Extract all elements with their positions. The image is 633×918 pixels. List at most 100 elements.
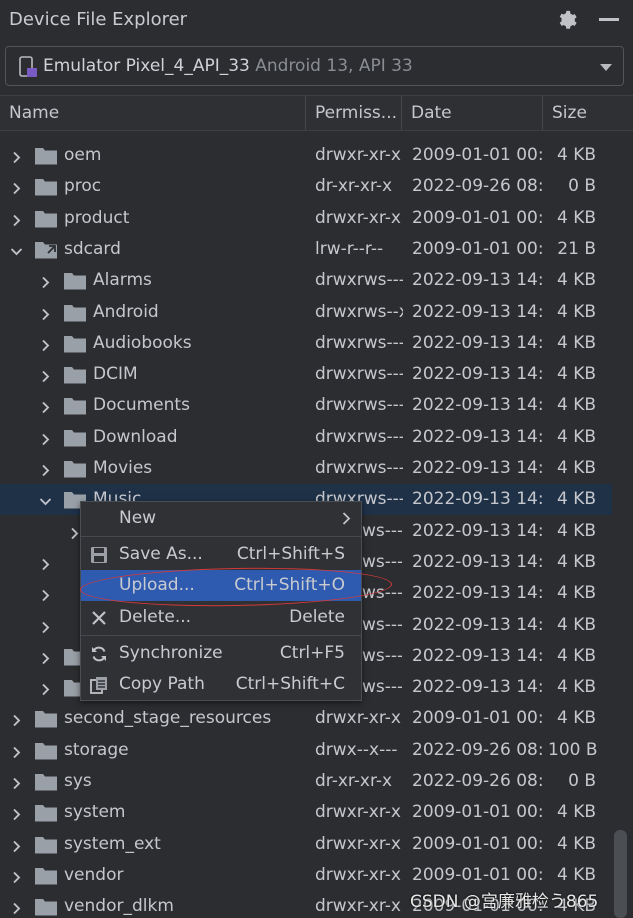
- file-date: 2009-01-01 00:0: [412, 238, 543, 259]
- file-size: 4 KB: [556, 864, 596, 885]
- table-row[interactable]: Download drwxrws--- 2022-09-13 14:0 4 KB: [0, 422, 612, 453]
- chevron-right-icon[interactable]: [39, 556, 52, 571]
- table-row[interactable]: proc dr-xr-xr-x 2022-09-26 08:1 0 B: [0, 171, 612, 202]
- file-size: 4 KB: [556, 332, 596, 353]
- chevron-right-icon[interactable]: [10, 869, 23, 884]
- file-permissions: drwxrws---: [315, 270, 403, 291]
- chevron-right-icon[interactable]: [10, 744, 23, 758]
- folder-icon: [34, 803, 58, 822]
- chevron-right-icon[interactable]: [39, 462, 52, 477]
- menu-label: Upload...: [119, 575, 195, 595]
- chevron-right-icon[interactable]: [39, 337, 52, 351]
- table-row[interactable]: second_stage_resources drwxr-xr-x 2009-01-…: [0, 703, 612, 734]
- file-date: 2022-09-13 14:0: [412, 270, 543, 291]
- file-permissions: drwxr-xr-x: [315, 708, 401, 729]
- table-row[interactable]: storage drwx--x--- 2022-09-26 08:1 100 B: [0, 735, 612, 766]
- chevron-right-icon[interactable]: [39, 274, 52, 289]
- device-detail: Android 13, API 33: [255, 56, 413, 76]
- chevron-right-icon[interactable]: [10, 180, 23, 195]
- folder-icon: [34, 709, 58, 728]
- file-permissions: ws---: [362, 614, 402, 635]
- file-permissions: drwxrws--x: [315, 301, 403, 322]
- file-date: 2022-09-13 14:0: [412, 301, 543, 322]
- table-header: Name Permiss... Date Size: [0, 95, 633, 131]
- file-date: 2009-01-01 00:0: [412, 708, 543, 729]
- file-date: 2022-09-13 14:0: [412, 614, 543, 635]
- chevron-right-icon[interactable]: [39, 306, 52, 320]
- file-permissions: ws---: [362, 551, 402, 572]
- file-size: 4 KB: [556, 145, 596, 165]
- chevron-right-icon[interactable]: [39, 619, 52, 633]
- menu-shortcut: Ctrl+Shift+O: [234, 575, 345, 595]
- chevron-right-icon[interactable]: [10, 775, 23, 790]
- table-row[interactable]: DCIM drwxrws--- 2022-09-13 14:0 4 KB: [0, 359, 612, 390]
- menu-item-synchronize[interactable]: Synchronize Ctrl+F5: [81, 638, 361, 669]
- minimize-icon[interactable]: [599, 18, 619, 21]
- table-row[interactable]: sys dr-xr-xr-x 2022-09-26 08:1 0 B: [0, 766, 612, 797]
- chevron-down-icon[interactable]: [600, 64, 612, 71]
- chevron-right-icon[interactable]: [10, 712, 23, 727]
- chevron-right-icon[interactable]: [10, 838, 23, 852]
- table-row[interactable]: system drwxr-xr-x 2009-01-01 00:0 4 KB: [0, 797, 612, 828]
- file-name: Documents: [93, 395, 190, 416]
- chevron-down-icon[interactable]: [10, 243, 23, 256]
- file-permissions: drwxrws---: [315, 426, 403, 447]
- menu-shortcut: Ctrl+Shift+C: [235, 674, 345, 694]
- file-name: DCIM: [93, 364, 138, 385]
- table-row[interactable]: oem drwxr-xr-x 2009-01-01 00:0 4 KB: [0, 140, 612, 171]
- file-name: sdcard: [64, 238, 121, 259]
- gear-icon[interactable]: [557, 9, 579, 31]
- file-permissions: drwxr-xr-x: [315, 207, 401, 228]
- table-row[interactable]: product drwxr-xr-x 2009-01-01 00:0 4 KB: [0, 203, 612, 234]
- column-date[interactable]: Date: [402, 96, 543, 130]
- file-permissions: drwxr-xr-x: [315, 864, 401, 885]
- column-name[interactable]: Name: [0, 96, 306, 130]
- file-name: proc: [64, 176, 102, 197]
- file-name: Audiobooks: [93, 332, 192, 353]
- file-size: 4 KB: [556, 677, 596, 698]
- table-row[interactable]: Documents drwxrws--- 2022-09-13 14:0 4 KB: [0, 390, 612, 421]
- vertical-scrollbar[interactable]: [614, 830, 627, 918]
- menu-item-save-as[interactable]: Save As... Ctrl+Shift+S: [81, 539, 361, 570]
- file-permissions: drwxr-xr-x: [315, 833, 401, 854]
- chevron-right-icon[interactable]: [39, 650, 52, 664]
- file-permissions: drwxrws---: [315, 395, 403, 416]
- file-date: 2022-09-13 14:0: [412, 332, 543, 353]
- file-date: 2022-09-13 14:0: [412, 458, 543, 478]
- menu-item-delete[interactable]: Delete... Delete: [81, 602, 361, 633]
- menu-item-new[interactable]: New: [81, 503, 361, 534]
- context-menu: New Save As... Ctrl+Shift+S Upload... Ct…: [80, 501, 362, 701]
- table-row[interactable]: Audiobooks drwxrws--- 2022-09-13 14:0 4 KB: [0, 328, 612, 359]
- file-name: product: [64, 207, 130, 228]
- menu-item-copy-path[interactable]: Copy Path Ctrl+Shift+C: [81, 669, 361, 700]
- menu-label: Synchronize: [119, 643, 223, 663]
- chevron-right-icon[interactable]: [10, 900, 23, 915]
- chevron-right-icon[interactable]: [39, 587, 52, 602]
- file-name: oem: [64, 145, 102, 165]
- chevron-right-icon[interactable]: [10, 806, 23, 821]
- device-selector[interactable]: Emulator Pixel_4_API_33 Android 13, API …: [5, 46, 624, 86]
- chevron-right-icon[interactable]: [10, 212, 23, 226]
- chevron-right-icon[interactable]: [39, 368, 52, 383]
- table-row[interactable]: Android drwxrws--x 2022-09-13 14:0 4 KB: [0, 297, 612, 328]
- table-row[interactable]: Movies drwxrws--- 2022-09-13 14:0 4 KB: [0, 453, 612, 484]
- folder-icon: [63, 428, 87, 447]
- menu-shortcut: Ctrl+Shift+S: [236, 544, 345, 564]
- menu-item-upload[interactable]: Upload... Ctrl+Shift+O: [81, 570, 361, 601]
- chevron-right-icon[interactable]: [39, 431, 52, 445]
- table-row[interactable]: sdcard lrw-r--r-- 2009-01-01 00:0 21 B: [0, 234, 612, 265]
- table-row[interactable]: system_ext drwxr-xr-x 2009-01-01 00:0 4 KB: [0, 829, 612, 860]
- file-size: 4 KB: [556, 395, 596, 416]
- chevron-right-icon[interactable]: [39, 681, 52, 696]
- chevron-right-icon[interactable]: [39, 399, 52, 414]
- column-size[interactable]: Size: [543, 96, 613, 130]
- file-date: 2009-01-01 00:0: [412, 864, 543, 885]
- column-permissions[interactable]: Permiss...: [306, 96, 402, 130]
- table-row[interactable]: Alarms drwxrws--- 2022-09-13 14:0 4 KB: [0, 265, 612, 296]
- file-permissions: drwxr-xr-x: [315, 896, 401, 917]
- file-name: Alarms: [93, 270, 152, 291]
- chevron-right-icon[interactable]: [10, 149, 23, 164]
- file-permissions: dr-xr-xr-x: [315, 176, 393, 197]
- chevron-down-icon[interactable]: [39, 493, 52, 506]
- menu-label: Copy Path: [119, 674, 205, 694]
